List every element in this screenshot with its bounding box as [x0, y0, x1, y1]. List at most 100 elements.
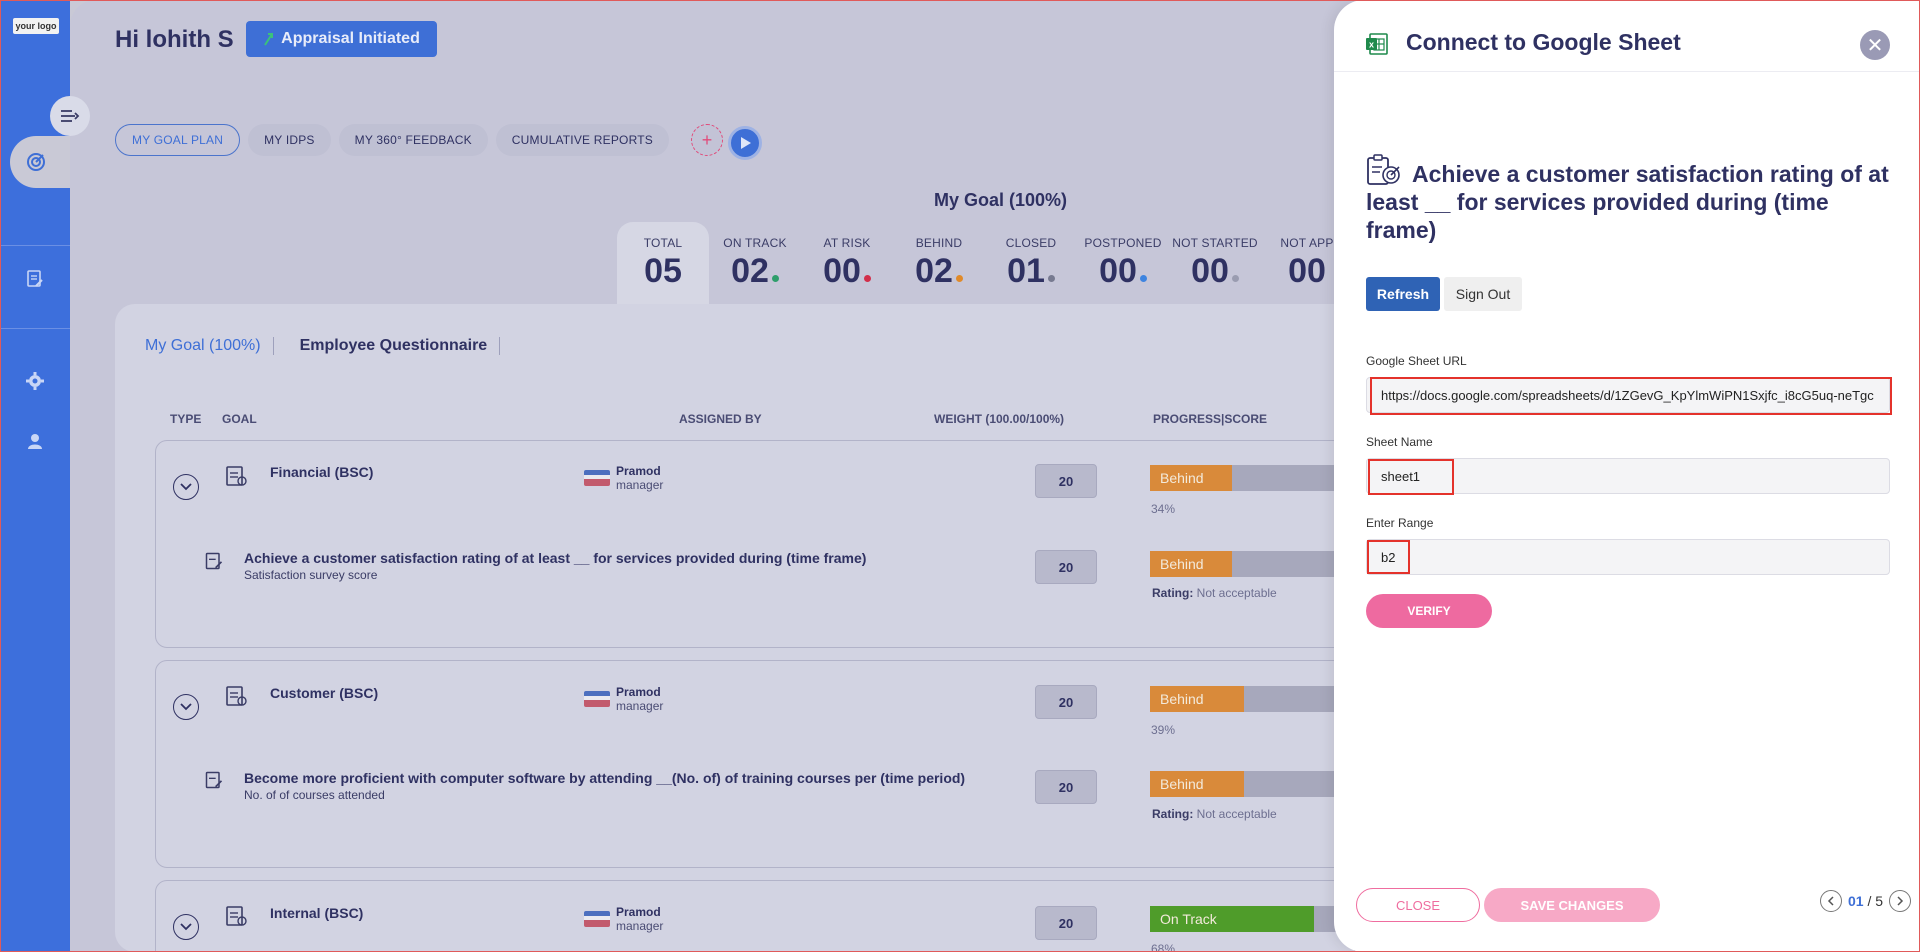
- sheet-url-label: Google Sheet URL: [1366, 354, 1467, 368]
- assignee-role: manager: [616, 919, 664, 933]
- stat-value: 01: [1007, 252, 1045, 290]
- stat-value: 02: [915, 252, 953, 290]
- stat-label: TOTAL: [643, 236, 683, 250]
- verify-button[interactable]: VERIFY: [1366, 594, 1492, 628]
- rating: Rating: Not acceptable: [1152, 586, 1277, 600]
- trend-arrow-icon: [264, 33, 274, 46]
- sidebar-item-profile[interactable]: [24, 430, 46, 452]
- tab-cumulative-reports[interactable]: CUMULATIVE REPORTS: [495, 124, 669, 156]
- sign-out-button[interactable]: Sign Out: [1444, 277, 1522, 311]
- chevron-down-icon: [180, 703, 192, 711]
- weight-field[interactable]: 20: [1035, 464, 1097, 498]
- chevron-down-icon: [180, 483, 192, 491]
- goal-stats: TOTAL 05 ON TRACK 02 AT RISK 00 BEHIND 02 CL…: [617, 222, 1353, 304]
- weight-field[interactable]: 20: [1035, 685, 1097, 719]
- expand-toggle[interactable]: [173, 914, 199, 940]
- progress-fill: Behind: [1150, 771, 1244, 797]
- stat-behind[interactable]: BEHIND 02: [893, 222, 985, 304]
- next-page-button[interactable]: [1889, 890, 1912, 912]
- expand-toggle[interactable]: [173, 694, 199, 720]
- sidebar: your logo: [0, 0, 80, 952]
- sidebar-item-settings[interactable]: [24, 370, 46, 392]
- column-header-type: TYPE: [170, 412, 202, 426]
- goal-category-title: Internal (BSC): [270, 905, 364, 921]
- tab-my-360-feedback[interactable]: MY 360° FEEDBACK: [338, 124, 488, 156]
- progress-fill: Behind: [1150, 551, 1232, 577]
- stat-value: 00: [1191, 252, 1229, 290]
- main-tabs: MY GOAL PLAN MY IDPS MY 360° FEEDBACK CU…: [115, 124, 723, 156]
- status-dot: [955, 275, 963, 282]
- weight-field[interactable]: 20: [1035, 550, 1097, 584]
- add-tab-button[interactable]: +: [690, 124, 723, 156]
- sheet-name-field[interactable]: sheet1: [1366, 458, 1890, 494]
- company-logo: your logo: [13, 18, 59, 34]
- play-button[interactable]: [728, 126, 762, 160]
- stat-label: POSTPONED: [1084, 236, 1162, 250]
- drawer-close-button[interactable]: ✕: [1860, 30, 1890, 60]
- rating-label: Rating:: [1152, 586, 1194, 600]
- assignee-name: Pramod: [616, 464, 661, 478]
- goal-measure: No. of of courses attended: [244, 788, 385, 802]
- stat-value: 00: [823, 252, 861, 290]
- progress-fill: Behind: [1150, 465, 1232, 491]
- goal-title[interactable]: Become more proficient with computer sof…: [244, 770, 965, 786]
- drawer-title: Connect to Google Sheet: [1406, 29, 1681, 55]
- stat-label: CLOSED: [1005, 236, 1057, 250]
- chevron-down-icon: [180, 923, 192, 931]
- column-header-goal: GOAL: [222, 412, 257, 426]
- chevron-left-icon: [1827, 896, 1834, 906]
- save-changes-button[interactable]: SAVE CHANGES: [1484, 888, 1660, 922]
- goal-icon: [205, 771, 223, 789]
- status-dot: [1231, 275, 1239, 282]
- assignee-name: Pramod: [616, 685, 661, 699]
- stat-at-risk[interactable]: AT RISK 00: [801, 222, 893, 304]
- stat-on-track[interactable]: ON TRACK 02: [709, 222, 801, 304]
- avatar: [584, 691, 610, 707]
- close-button[interactable]: CLOSE: [1356, 888, 1480, 922]
- sidebar-item-reviews[interactable]: [24, 268, 46, 290]
- assignee: Pramod manager: [584, 905, 663, 933]
- selected-goal-text: Achieve a customer satisfaction rating o…: [1366, 161, 1889, 243]
- appraisal-status-label: Appraisal Initiated: [281, 30, 420, 47]
- goal-target-icon: [1367, 154, 1400, 185]
- progress-bar: Behind: [1150, 771, 1350, 797]
- assignee: Pramod manager: [584, 685, 663, 713]
- weight-field[interactable]: 20: [1035, 906, 1097, 940]
- assignee-role: manager: [616, 699, 664, 713]
- stat-postponed[interactable]: POSTPONED 00: [1077, 222, 1169, 304]
- range-label: Enter Range: [1366, 516, 1434, 530]
- goal-category-title: Financial (BSC): [270, 464, 374, 480]
- total-pages: 5: [1875, 893, 1884, 909]
- tab-my-idps[interactable]: MY IDPS: [248, 124, 331, 156]
- tab-my-goal-plan[interactable]: MY GOAL PLAN: [115, 124, 241, 156]
- stat-total[interactable]: TOTAL 05: [617, 222, 709, 304]
- goal-summary-title: My Goal (100%): [934, 190, 1068, 210]
- expand-toggle[interactable]: [173, 474, 199, 500]
- greeting: Hi lohith S: [115, 26, 234, 53]
- previous-page-button[interactable]: [1820, 890, 1842, 912]
- appraisal-status-button[interactable]: Appraisal Initiated: [246, 21, 437, 57]
- subtab-my-goal[interactable]: My Goal (100%): [145, 337, 274, 355]
- goal-subtabs: My Goal (100%) Employee Questionnaire: [145, 337, 526, 355]
- weight-field[interactable]: 20: [1035, 770, 1097, 804]
- sidebar-toggle-button[interactable]: [50, 96, 90, 136]
- stat-not-started[interactable]: NOT STARTED 00: [1169, 222, 1261, 304]
- stat-value: 05: [644, 252, 682, 290]
- progress-bar: Behind: [1150, 686, 1350, 712]
- rating: Rating: Not acceptable: [1152, 807, 1277, 821]
- goal-title[interactable]: Achieve a customer satisfaction rating o…: [244, 550, 866, 566]
- stat-closed[interactable]: CLOSED 01: [985, 222, 1077, 304]
- subtab-employee-questionnaire[interactable]: Employee Questionnaire: [300, 337, 501, 355]
- sheet-url-field[interactable]: https://docs.google.com/spreadsheets/d/1…: [1366, 377, 1890, 413]
- avatar: [584, 911, 610, 927]
- close-icon: ✕: [1866, 34, 1884, 57]
- page-separator: /: [1867, 893, 1872, 909]
- refresh-button[interactable]: Refresh: [1366, 277, 1440, 311]
- goal-category-icon: [226, 466, 247, 486]
- stat-value: 02: [731, 252, 769, 290]
- assignee-name: Pramod: [616, 905, 661, 919]
- assignee: Pramod manager: [584, 464, 663, 492]
- range-field[interactable]: b2: [1366, 539, 1890, 575]
- collapse-menu-icon: [61, 110, 80, 122]
- stat-value: 00: [1099, 252, 1137, 290]
